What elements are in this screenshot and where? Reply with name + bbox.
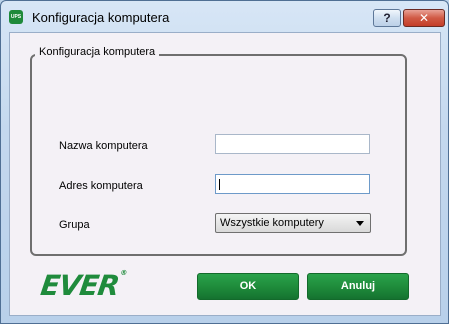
group-select-value: Wszystkie komputery <box>220 217 324 229</box>
computer-name-input[interactable] <box>215 134 370 154</box>
computer-address-label: Adres komputera <box>59 180 143 192</box>
app-icon: UPS <box>9 10 23 24</box>
cancel-button[interactable]: Anuluj <box>307 273 409 300</box>
computer-name-label: Nazwa komputera <box>59 140 148 152</box>
computer-address-input[interactable] <box>215 174 370 194</box>
dialog-window: UPS Konfiguracja komputera ? ✕ Konfigura… <box>0 0 449 324</box>
window-title: Konfiguracja komputera <box>32 10 170 25</box>
title-bar[interactable]: UPS Konfiguracja komputera ? ✕ <box>1 1 448 31</box>
help-button[interactable]: ? <box>373 9 401 27</box>
text-caret <box>219 179 220 190</box>
chevron-down-icon <box>356 221 364 226</box>
ok-button[interactable]: OK <box>197 273 299 300</box>
group-label: Grupa <box>59 219 90 231</box>
logo-text: EVER <box>38 269 121 302</box>
group-title: Konfiguracja komputera <box>35 46 160 58</box>
close-button[interactable]: ✕ <box>403 9 445 27</box>
ever-logo: EVER® <box>39 269 127 302</box>
group-select[interactable]: Wszystkie komputery <box>215 213 371 233</box>
registered-mark: ® <box>119 269 127 277</box>
